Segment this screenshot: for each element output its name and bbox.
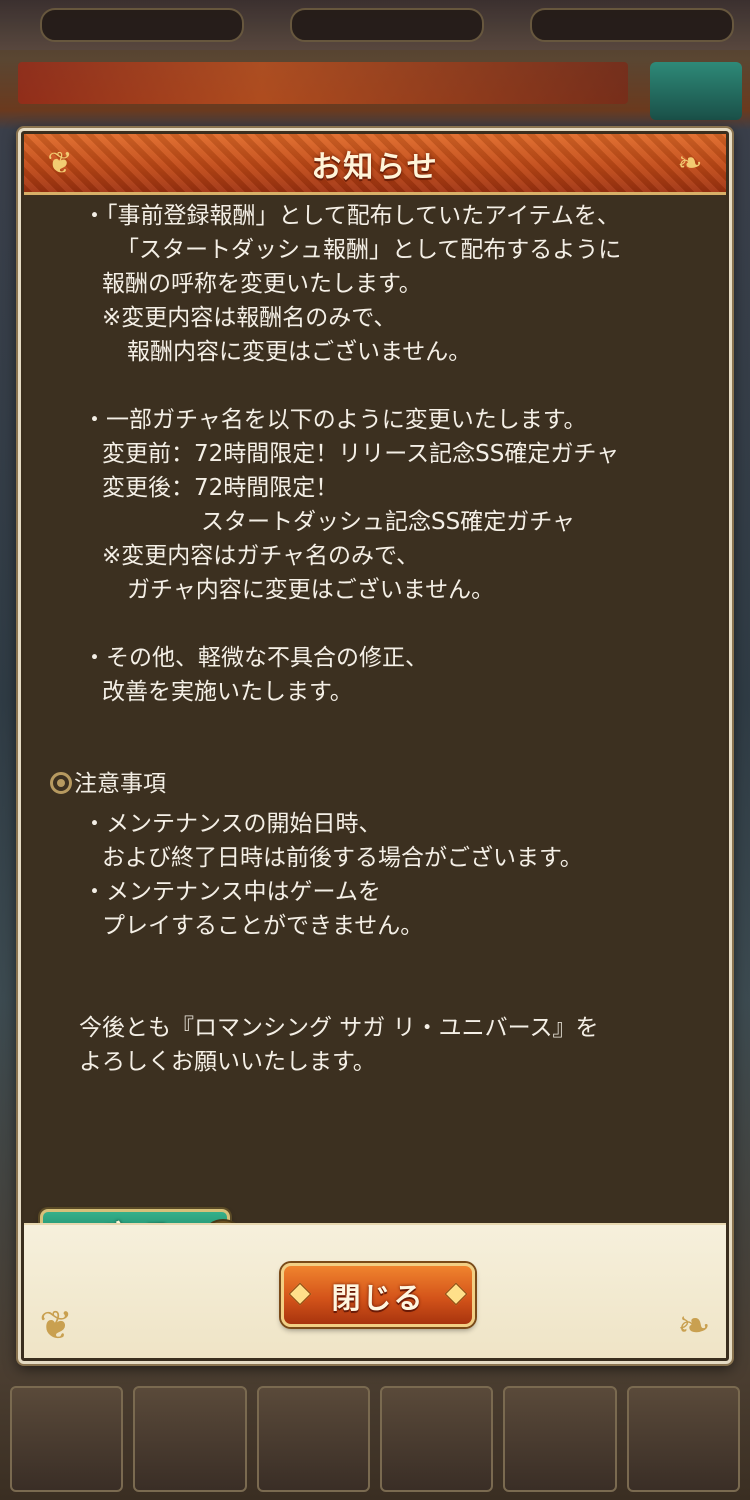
background-tile: [626, 1386, 740, 1492]
back-button[interactable]: ◀ 戻る ✦: [40, 1209, 245, 1223]
notice-line: 変更後：72時間限定！: [102, 475, 339, 501]
background-currency-pill: [40, 8, 244, 42]
corner-ornament-icon: ❦: [39, 1303, 73, 1349]
dialog-title: お知らせ: [311, 150, 439, 185]
background-status-bar: [0, 0, 750, 50]
notice-line: ・「事前登録報酬」として配布していたアイテムを、: [83, 203, 620, 229]
section-heading: 注意事項: [50, 767, 166, 801]
notice-line: ・一部ガチャ名を以下のように変更いたします。: [83, 407, 587, 433]
notice-dialog: ❦ お知らせ ❧ ・「事前登録報酬」として配布していたアイテムを、 「スタートダ…: [18, 128, 732, 1364]
notice-line: および終了日時は前後する場合がございます。: [102, 845, 583, 871]
notice-line: 報酬の呼称を変更いたします。: [102, 271, 422, 297]
sun-ornament-icon: [50, 772, 72, 794]
background-tile-row: [0, 1378, 750, 1500]
notice-line: プレイすることができません。: [102, 913, 424, 939]
dialog-title-bar: ❦ お知らせ ❧: [24, 134, 726, 195]
notice-line: ※変更内容は報酬名のみで、: [102, 305, 397, 331]
notice-line: ・メンテナンス中はゲームを: [83, 879, 381, 905]
background-currency-pill: [530, 8, 734, 42]
close-button[interactable]: 閉じる: [281, 1263, 475, 1327]
background-tile: [503, 1386, 617, 1492]
notice-line: ガチャ内容に変更はございません。: [127, 577, 495, 603]
close-button-label: 閉じる: [331, 1281, 425, 1315]
notice-line: スタートダッシュ記念SS確定ガチャ: [201, 509, 575, 535]
notice-line: 変更前：72時間限定！リリース記念SS確定ガチャ: [102, 441, 620, 467]
dialog-footer: ❦ 閉じる ❧: [24, 1225, 726, 1358]
notice-line: 「スタートダッシュ報酬」として配布するように: [116, 237, 622, 263]
notice-line: よろしくお願いいたします。: [79, 1049, 376, 1075]
fleur-ornament-icon: ❧: [677, 146, 703, 181]
background-tile: [133, 1386, 247, 1492]
notice-line: ・メンテナンスの開始日時、: [83, 811, 382, 837]
notice-line: ※変更内容はガチャ名のみで、: [102, 543, 420, 569]
notice-line: 今後とも『ロマンシング サガ リ・ユニバース』を: [79, 1015, 599, 1041]
background-tile: [256, 1386, 370, 1492]
background-tile: [379, 1386, 494, 1492]
background-menu-button: [650, 62, 742, 120]
notice-line: 改善を実施いたします。: [102, 679, 353, 705]
notice-line: 報酬内容に変更はございません。: [127, 339, 472, 365]
background-currency-pill: [290, 8, 484, 42]
notice-content[interactable]: ・「事前登録報酬」として配布していたアイテムを、 「スタートダッシュ報酬」として…: [24, 195, 726, 1225]
background-tile: [10, 1386, 124, 1492]
notice-line: ・その他、軽微な不具合の修正、: [83, 645, 428, 671]
background-header-bar: [18, 62, 628, 104]
section-heading-label: 注意事項: [74, 771, 166, 797]
corner-ornament-icon: ❧: [677, 1303, 711, 1349]
